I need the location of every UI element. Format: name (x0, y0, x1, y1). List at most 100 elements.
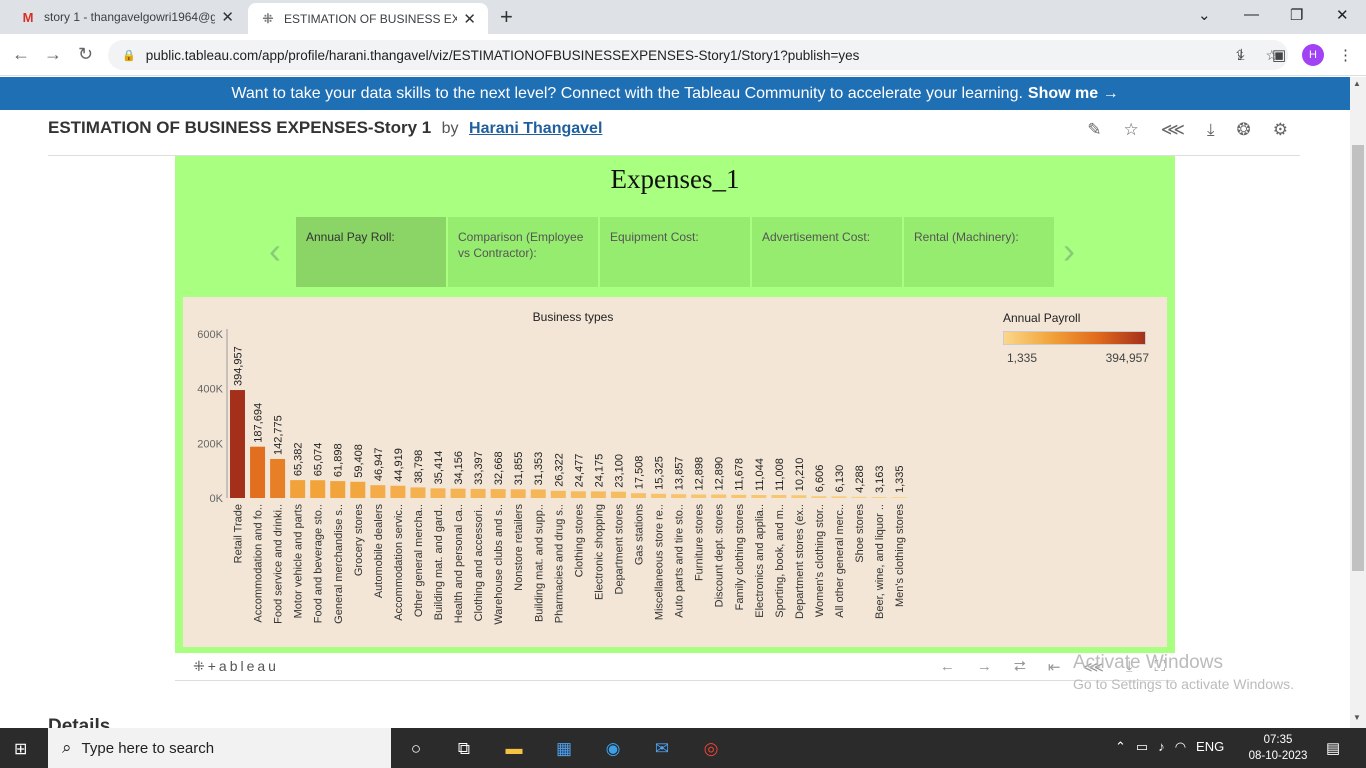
bar[interactable] (470, 488, 486, 498)
story-point-advertisement-cost[interactable]: Advertisement Cost: (752, 217, 902, 287)
bar[interactable] (570, 491, 586, 498)
bar[interactable] (751, 494, 767, 498)
close-tab-icon[interactable]: ✕ (463, 10, 476, 28)
bar[interactable] (230, 390, 245, 498)
bar[interactable] (390, 485, 406, 498)
bar[interactable] (370, 485, 386, 498)
scroll-down-icon[interactable]: ▼ (1353, 713, 1361, 722)
story-point-equipment-cost[interactable]: Equipment Cost: (600, 217, 750, 287)
settings-gear-icon[interactable]: ⚙ (1273, 120, 1288, 140)
next-point-icon[interactable]: › (1063, 230, 1075, 272)
story-point-comparison[interactable]: Comparison (Employee vs Contractor): (448, 217, 598, 287)
edit-icon[interactable]: ✎ (1087, 120, 1101, 140)
data-label: 24,175 (593, 454, 605, 488)
chrome-icon[interactable]: ◎ (698, 736, 724, 762)
data-label: 13,857 (674, 457, 686, 491)
language-indicator[interactable]: ENG (1196, 739, 1224, 755)
close-window-icon[interactable]: ✕ (1336, 6, 1349, 24)
taskbar-search[interactable]: ⌕ Type here to search (48, 728, 391, 768)
bar[interactable] (731, 494, 747, 498)
side-panel-icon[interactable]: ▣ (1272, 46, 1286, 64)
bar[interactable] (711, 494, 727, 498)
bar[interactable] (450, 488, 466, 498)
menu-icon[interactable]: ⋮ (1338, 46, 1353, 64)
tableau-logo[interactable]: ⁜+ableau (193, 658, 279, 675)
bar[interactable] (530, 489, 546, 498)
windows-start-icon[interactable]: ⊞ (14, 739, 27, 759)
url-bar[interactable]: 🔒 public.tableau.com/app/profile/harani.… (108, 40, 1288, 70)
bar[interactable] (330, 481, 346, 498)
wifi-icon[interactable]: ◠ (1175, 739, 1186, 755)
bar[interactable] (250, 446, 266, 498)
bar[interactable] (270, 458, 286, 498)
back-icon[interactable]: ← (12, 44, 30, 65)
bar[interactable] (510, 489, 526, 498)
scroll-thumb[interactable] (1352, 145, 1364, 571)
bar[interactable] (410, 487, 426, 498)
tab-gmail[interactable]: M story 1 - thangavelgowri1964@g ✕ (8, 0, 246, 34)
undo-icon[interactable]: ← (940, 658, 955, 676)
restore-icon[interactable]: ❐ (1290, 6, 1303, 24)
file-explorer-icon[interactable]: ▬ (501, 736, 527, 762)
bar[interactable] (631, 493, 646, 498)
category-label: Food and beverage sto.. (313, 504, 325, 623)
avatar[interactable]: H (1302, 44, 1324, 66)
story-point-rental[interactable]: Rental (Machinery): (904, 217, 1054, 287)
tab-search-icon[interactable]: ⌄ (1198, 6, 1211, 24)
bar[interactable] (851, 496, 867, 498)
show-me-link[interactable]: Show me → (1028, 85, 1119, 103)
new-tab-icon[interactable]: + (500, 4, 513, 30)
chevron-up-icon[interactable]: ⌃ (1115, 739, 1126, 755)
bar[interactable] (651, 493, 667, 498)
browser-tabstrip: M story 1 - thangavelgowri1964@g ✕ ⁜ EST… (0, 0, 1366, 34)
page-scrollbar[interactable]: ▲ ▼ (1350, 77, 1366, 728)
close-tab-icon[interactable]: ✕ (221, 8, 234, 26)
author-link[interactable]: Harani Thangavel (469, 120, 602, 137)
bar[interactable] (290, 480, 306, 498)
url-text[interactable]: public.tableau.com/app/profile/harani.th… (146, 48, 1224, 63)
edge-icon[interactable]: ◉ (600, 736, 626, 762)
revert-icon[interactable]: ⮂ (1014, 658, 1026, 676)
scroll-up-icon[interactable]: ▲ (1353, 79, 1361, 88)
bar[interactable] (671, 494, 687, 498)
mail-icon[interactable]: ✉ (649, 736, 675, 762)
bar[interactable] (771, 494, 787, 498)
legend-title: Annual Payroll (1003, 311, 1081, 325)
cortana-icon[interactable]: ○ (403, 736, 429, 762)
bar[interactable] (310, 480, 326, 498)
bar[interactable] (791, 495, 807, 498)
tab-tableau[interactable]: ⁜ ESTIMATION OF BUSINESS EXPE ✕ (248, 3, 488, 34)
download-icon[interactable]: ⤓ (1238, 46, 1245, 63)
notification-icon[interactable]: ▤ (1326, 739, 1340, 757)
minimize-icon[interactable]: — (1244, 6, 1259, 23)
bar[interactable] (831, 496, 847, 498)
bar[interactable] (691, 494, 707, 498)
store-icon[interactable]: ▦ (551, 736, 577, 762)
previous-point-icon[interactable]: ‹ (269, 230, 281, 272)
reload-icon[interactable]: ↻ (78, 44, 93, 65)
bar[interactable] (430, 488, 446, 498)
category-label: Shoe stores (854, 504, 866, 563)
forward-icon[interactable]: → (44, 44, 62, 65)
battery-icon[interactable]: ▭ (1136, 739, 1148, 755)
redo-icon[interactable]: → (977, 658, 992, 676)
bar[interactable] (350, 481, 366, 498)
bar[interactable] (550, 490, 566, 498)
bar[interactable] (891, 497, 907, 498)
share-icon[interactable]: ⋘ (1161, 120, 1185, 140)
revert-all-icon[interactable]: ⇤ (1048, 658, 1061, 676)
bar[interactable] (610, 491, 626, 498)
bar-chart: 600K 400K 200K 0K 394,957 Retail Trade 187,694… (197, 329, 907, 625)
clock[interactable]: 07:35 08-10-2023 (1248, 732, 1308, 764)
bar[interactable] (811, 496, 827, 498)
badge-icon[interactable]: ❂ (1237, 120, 1251, 140)
category-label: Family clothing stores (734, 504, 746, 611)
bar[interactable] (871, 497, 887, 498)
task-view-icon[interactable]: ⧉ (451, 736, 477, 762)
favorite-star-icon[interactable]: ☆ (1124, 120, 1139, 140)
bar[interactable] (590, 491, 606, 498)
story-point-annual-pay-roll[interactable]: Annual Pay Roll: (296, 217, 446, 287)
bar[interactable] (490, 489, 506, 498)
download-viz-icon[interactable]: ⤓ (1207, 120, 1215, 140)
volume-icon[interactable]: ♪ (1158, 739, 1165, 755)
